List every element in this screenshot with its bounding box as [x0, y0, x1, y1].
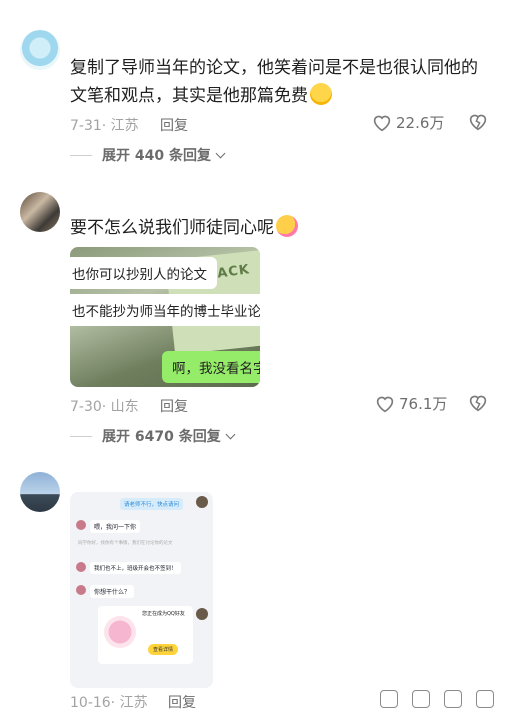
chat-avatar-left: [76, 562, 86, 572]
expand-replies-1[interactable]: 展开 440 条回复: [70, 145, 226, 165]
like-count-1: 22.6万: [396, 114, 445, 132]
comment-body: 要不怎么说我们师徒同心呢: [70, 218, 274, 238]
chat-message-2: 同学你好，找你有个事情，我们在讨论你的论文: [78, 541, 173, 546]
expand-label-2: 展开 6470 条回复: [102, 429, 221, 445]
avatar-user-1[interactable]: [20, 30, 60, 70]
chat-avatar-left: [76, 585, 86, 595]
chevron-down-icon: [215, 148, 226, 158]
grinning-face-emoji: [310, 83, 332, 105]
share-card: 您正在成为QQ好友 查看详情: [98, 606, 193, 664]
chat-avatar-right: [196, 608, 208, 620]
chat-message-3: 我们也不上，班级开会也不签到！: [90, 562, 181, 574]
card-button: 查看详情: [148, 644, 179, 655]
like-count-2: 76.1万: [399, 395, 448, 413]
chat-header-banner: 请老师不行，快点请问: [120, 498, 184, 510]
chat-avatar-left: [76, 520, 86, 530]
bottom-toolbar: [380, 690, 494, 708]
comment-meta-3: 10-16· 江苏: [70, 695, 148, 711]
hugging-face-emoji: [276, 215, 298, 237]
dislike-button-2[interactable]: [468, 394, 488, 416]
expand-replies-2[interactable]: 展开 6470 条回复: [70, 426, 236, 446]
comment-text-1: 复制了导师当年的论文，他笑着问是不是也很认同他的文笔和观点，其实是他那篇免费: [70, 54, 485, 110]
icon-button-4[interactable]: [476, 690, 494, 708]
broken-heart-icon: [469, 395, 487, 412]
comment-image-2[interactable]: PACK 也你可以抄别人的论文 也不能抄为师当年的博士毕业论文 啊，我没看名字: [70, 247, 260, 387]
icon-button-2[interactable]: [412, 690, 430, 708]
reply-button-2[interactable]: 回复: [160, 396, 188, 416]
comment-text-2: 要不怎么说我们师徒同心呢: [70, 214, 298, 242]
comment-meta-1: 7-31· 江苏: [70, 118, 139, 134]
divider-line: [70, 154, 92, 156]
avatar-user-3[interactable]: [20, 472, 60, 512]
icon-button-1[interactable]: [380, 690, 398, 708]
card-title: 您正在成为QQ好友: [142, 611, 185, 617]
like-button-2[interactable]: 76.1万: [375, 393, 447, 414]
icon-button-3[interactable]: [444, 690, 462, 708]
reply-button-3[interactable]: 回复: [168, 692, 196, 712]
dislike-button-1[interactable]: [468, 113, 488, 135]
comment-image-3[interactable]: 请老师不行，快点请问 喂，我问一下你 同学你好，找你有个事情，我们在讨论你的论文…: [70, 492, 213, 688]
reply-button-1[interactable]: 回复: [160, 115, 188, 135]
heart-outline-icon: [373, 115, 391, 131]
chat-bubble-1: 也你可以抄别人的论文: [70, 257, 217, 289]
comment-meta-2: 7-30· 山东: [70, 399, 139, 415]
like-button-1[interactable]: 22.6万: [372, 112, 444, 133]
broken-heart-icon: [469, 114, 487, 131]
chat-bubble-2: 也不能抄为师当年的博士毕业论文: [70, 294, 260, 326]
card-graphic: [104, 616, 136, 648]
heart-outline-icon: [376, 396, 394, 412]
divider-line: [70, 435, 92, 437]
expand-label-1: 展开 440 条回复: [102, 148, 211, 164]
chat-bubble-3: 啊，我没看名字: [162, 351, 260, 383]
chat-message-1: 喂，我问一下你: [90, 520, 141, 533]
chat-message-4: 你想干什么？: [90, 585, 135, 598]
chevron-down-icon: [225, 429, 236, 439]
comment-body: 复制了导师当年的论文，他笑着问是不是也很认同他的文笔和观点，其实是他那篇免费: [70, 58, 478, 106]
avatar-user-2[interactable]: [20, 192, 60, 232]
chat-avatar-right: [196, 496, 208, 508]
